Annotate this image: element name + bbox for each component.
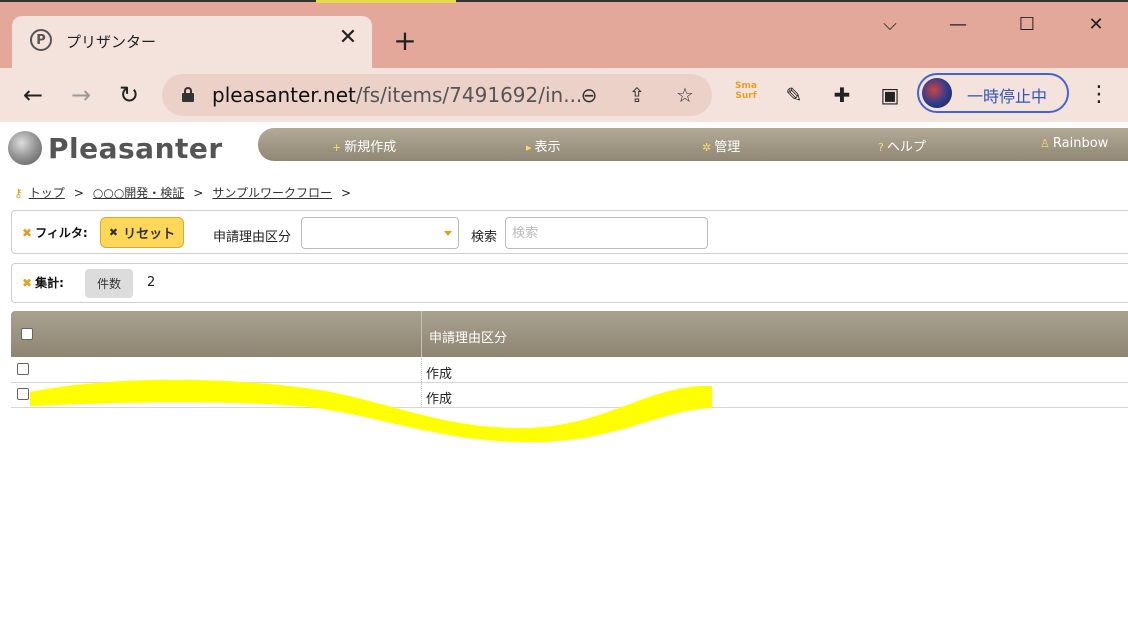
aggregate-label[interactable]: ✖ 集計: — [22, 274, 64, 291]
table-row[interactable]: 作成 — [11, 383, 1128, 408]
logo-text: Pleasanter — [48, 131, 223, 165]
close-window-button[interactable]: ✕ — [1078, 10, 1114, 40]
breadcrumb-project[interactable]: ○○○開発・検証 — [93, 186, 184, 200]
row-checkbox[interactable] — [17, 363, 29, 375]
plus-icon: + — [332, 141, 342, 154]
bookmark-star-icon[interactable]: ☆ — [672, 82, 698, 108]
browser-tab[interactable]: P プリザンター ✕ — [12, 16, 372, 68]
extensions-puzzle-icon[interactable]: ✚ — [828, 81, 856, 109]
reason-cell: 作成 — [426, 367, 453, 382]
breadcrumb-top[interactable]: トップ — [29, 186, 65, 200]
nav-user[interactable]: ♙ Rainbow — [1040, 136, 1108, 151]
filter-panel: ✖ フィルタ: ✖ リセット 申請理由区分 検索 — [11, 210, 1128, 254]
close-icon: ✖ — [22, 226, 33, 240]
nav-help[interactable]: ? ヘルプ — [878, 136, 926, 155]
side-panel-icon[interactable]: ▣ — [876, 81, 904, 109]
main-nav: + 新規作成 ▸ 表示 ✲ 管理 ? ヘルプ ♙ Rainbow — [258, 128, 1128, 161]
back-button[interactable]: ← — [18, 80, 48, 110]
key-icon: ⚷ — [14, 186, 23, 200]
aggregate-count: 2 — [147, 275, 156, 290]
close-icon: ✖ — [108, 226, 119, 239]
column-divider — [421, 383, 423, 407]
sma-surf-extension-icon[interactable]: Sma Surf — [732, 81, 760, 109]
profile-status: 一時停止中 — [967, 87, 1048, 106]
gear-icon: ✲ — [702, 141, 712, 154]
row-checkbox[interactable] — [17, 388, 29, 400]
question-icon: ? — [878, 141, 884, 154]
column-divider — [421, 358, 423, 382]
reason-select[interactable] — [301, 217, 459, 249]
filter-label[interactable]: ✖ フィルタ: — [22, 224, 88, 241]
logo-mark-icon — [8, 131, 42, 165]
share-icon[interactable]: ⇪ — [624, 82, 650, 108]
user-icon: ♙ — [1040, 137, 1050, 150]
reason-cell: 作成 — [426, 392, 453, 407]
address-bar[interactable]: pleasanter.net/fs/items/7491692/in... ⊖ … — [162, 74, 712, 116]
browser-tab-strip: P プリザンター ✕ + ⌵ — ☐ ✕ — [0, 0, 1128, 68]
avatar — [922, 78, 952, 108]
aggregate-panel: ✖ 集計: 件数 2 — [11, 263, 1128, 303]
breadcrumb-workflow[interactable]: サンプルワークフロー — [212, 186, 332, 200]
column-divider — [421, 311, 422, 357]
favicon-icon: P — [30, 29, 52, 51]
browser-toolbar: ← → ↻ pleasanter.net/fs/items/7491692/in… — [0, 68, 1128, 122]
search-label: 検索 — [471, 230, 498, 245]
chevron-down-icon — [444, 231, 452, 236]
app-logo[interactable]: Pleasanter — [8, 130, 223, 166]
grid-header: 申請理由区分 — [11, 311, 1128, 357]
minimize-button[interactable]: — — [940, 10, 976, 40]
tab-search-icon[interactable]: ⌵ — [872, 10, 908, 40]
reload-button[interactable]: ↻ — [114, 80, 144, 110]
nav-new[interactable]: + 新規作成 — [332, 136, 396, 155]
notes-extension-icon[interactable]: ✎ — [780, 81, 808, 109]
close-tab-icon[interactable]: ✕ — [336, 26, 360, 50]
zoom-icon[interactable]: ⊖ — [576, 82, 602, 108]
aggregate-type[interactable]: 件数 — [85, 269, 133, 298]
breadcrumb: ⚷ トップ > ○○○開発・検証 > サンプルワークフロー > — [14, 186, 352, 200]
nav-manage[interactable]: ✲ 管理 — [702, 136, 740, 155]
triangle-right-icon: ▸ — [526, 141, 532, 154]
window-top-edge-highlight — [316, 0, 456, 3]
url-text[interactable]: pleasanter.net/fs/items/7491692/in... — [212, 83, 582, 107]
profile-button[interactable]: 一時停止中 — [917, 73, 1069, 113]
column-header-reason[interactable]: 申請理由区分 — [429, 327, 507, 346]
close-icon: ✖ — [22, 276, 33, 290]
nav-view[interactable]: ▸ 表示 — [526, 136, 561, 155]
search-input[interactable] — [505, 217, 708, 249]
lock-icon[interactable] — [182, 87, 194, 102]
reset-button[interactable]: ✖ リセット — [100, 217, 184, 248]
new-tab-button[interactable]: + — [390, 26, 420, 56]
tab-title: プリザンター — [66, 33, 157, 51]
forward-button[interactable]: → — [66, 80, 96, 110]
window-top-edge — [0, 0, 1128, 2]
reason-filter-label: 申請理由区分 — [213, 230, 292, 245]
maximize-button[interactable]: ☐ — [1009, 10, 1045, 40]
table-row[interactable]: 作成 — [11, 358, 1128, 383]
select-all-checkbox[interactable] — [21, 328, 33, 340]
browser-menu-icon[interactable]: ⋮ — [1088, 80, 1110, 110]
